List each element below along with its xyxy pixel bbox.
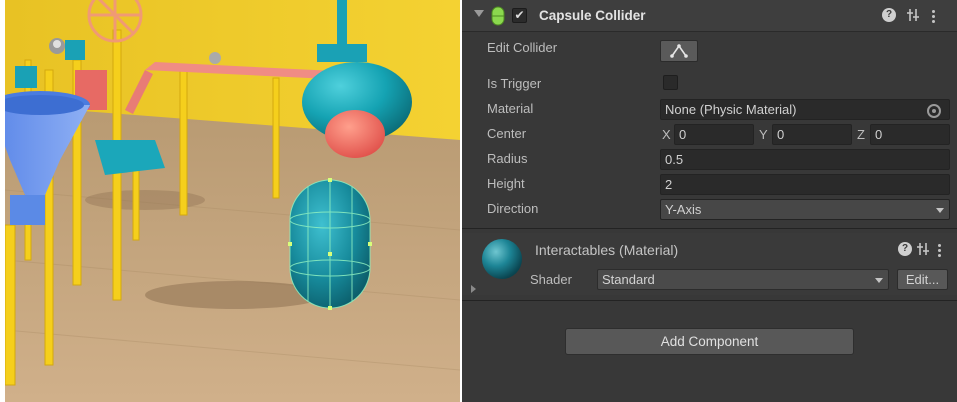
edit-collider-icon (670, 44, 688, 58)
height-label[interactable]: Height (487, 176, 525, 191)
center-y-value: 0 (777, 127, 785, 142)
divider (462, 300, 957, 301)
chevron-down-icon (936, 208, 944, 213)
component-title: Capsule Collider (539, 8, 646, 23)
radius-row: Radius 0.5 (462, 147, 957, 172)
help-icon[interactable]: ? (898, 242, 912, 256)
edit-shader-button[interactable]: Edit... (897, 269, 948, 290)
center-z-input[interactable]: 0 (870, 124, 950, 145)
scene-illustration (5, 0, 460, 402)
edit-collider-label: Edit Collider (487, 40, 558, 55)
scene-view[interactable] (5, 0, 460, 402)
center-label: Center (487, 126, 527, 141)
center-vector-field: X 0 Y 0 Z 0 (660, 124, 950, 145)
radius-input[interactable]: 0.5 (660, 149, 950, 170)
direction-label: Direction (487, 201, 539, 216)
material-header-icons: ? (898, 242, 953, 258)
is-trigger-label: Is Trigger (487, 76, 542, 91)
material-section: Interactables (Material) ? Shader Standa… (462, 233, 957, 295)
checkmark-icon: ✔ (514, 8, 525, 22)
component-enabled-checkbox[interactable]: ✔ (512, 8, 527, 23)
foldout-arrow-icon[interactable] (471, 285, 476, 293)
direction-dropdown[interactable]: Y-Axis (660, 199, 950, 220)
foldout-arrow-icon[interactable] (474, 10, 484, 17)
header-icons: ? (882, 8, 952, 24)
more-options-icon[interactable] (938, 243, 942, 257)
direction-value: Y-Axis (665, 202, 702, 217)
center-x-label[interactable]: X (662, 127, 671, 142)
edit-collider-row: Edit Collider (462, 36, 957, 61)
center-x-input[interactable]: 0 (674, 124, 754, 145)
material-label: Material (487, 101, 534, 116)
shader-label: Shader (530, 272, 572, 287)
preset-icon[interactable] (906, 8, 920, 22)
center-y-label[interactable]: Y (759, 127, 768, 142)
center-row: Center X 0 Y 0 Z 0 (462, 122, 957, 147)
direction-row: Direction Y-Axis (462, 197, 957, 222)
chevron-down-icon (875, 278, 883, 283)
height-value: 2 (665, 177, 673, 192)
shader-dropdown[interactable]: Standard (597, 269, 889, 290)
is-trigger-row: Is Trigger (462, 72, 957, 97)
height-row: Height 2 (462, 172, 957, 197)
edit-collider-button[interactable] (660, 40, 698, 62)
center-z-label[interactable]: Z (857, 127, 865, 142)
center-z-value: 0 (875, 127, 883, 142)
center-x-value: 0 (679, 127, 687, 142)
object-picker-icon[interactable] (927, 104, 941, 118)
capsule-collider-header[interactable]: ✔ Capsule Collider ? (462, 0, 957, 32)
radius-label[interactable]: Radius (487, 151, 527, 166)
is-trigger-checkbox[interactable] (663, 75, 678, 90)
capsule-collider-icon (491, 6, 505, 26)
height-input[interactable]: 2 (660, 174, 950, 195)
material-row: Material None (Physic Material) (462, 97, 957, 122)
preset-icon[interactable] (916, 242, 930, 256)
center-y-input[interactable]: 0 (772, 124, 852, 145)
add-component-button[interactable]: Add Component (565, 328, 854, 355)
material-preview-sphere[interactable] (482, 239, 522, 279)
divider (462, 228, 957, 229)
shader-value: Standard (602, 272, 655, 287)
material-value: None (Physic Material) (665, 102, 797, 117)
inspector-panel: ✔ Capsule Collider ? Edit Collider Is Tr… (462, 0, 957, 402)
more-options-icon[interactable] (932, 9, 936, 23)
material-title[interactable]: Interactables (Material) (535, 242, 678, 258)
help-icon[interactable]: ? (882, 8, 896, 22)
material-object-field[interactable]: None (Physic Material) (660, 99, 950, 120)
radius-value: 0.5 (665, 152, 684, 167)
